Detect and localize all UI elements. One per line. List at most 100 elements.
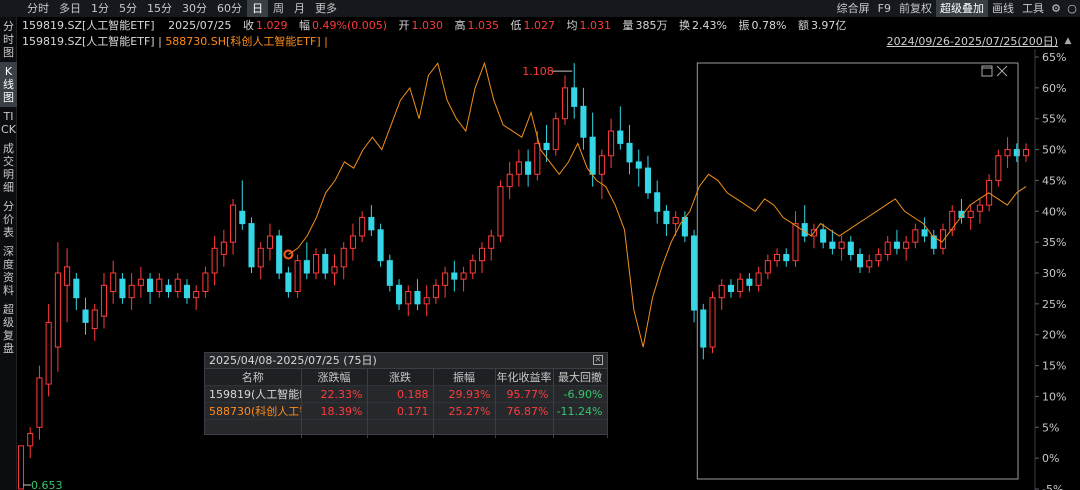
candle-body bbox=[506, 173, 513, 188]
candle-body bbox=[17, 445, 25, 490]
left-sidebar: 分时图 K线图 TICK 成交明细 分价表 深度资料 超级复盘 bbox=[0, 17, 17, 490]
candle-body bbox=[368, 216, 375, 231]
stats-empty-cell bbox=[205, 419, 302, 438]
candle-body bbox=[239, 210, 246, 225]
candle-body bbox=[230, 204, 237, 243]
toolbar-button[interactable]: 画线 bbox=[988, 0, 1018, 17]
date-range-selector[interactable]: 2024/09/26-2025/07/25(200日) bbox=[887, 34, 1058, 49]
candle-body bbox=[635, 161, 642, 169]
amount-value: 3.97亿 bbox=[810, 19, 847, 32]
stats-empty-cell bbox=[301, 419, 368, 438]
candle-body bbox=[552, 118, 559, 151]
toolbar-button[interactable]: 超级叠加 bbox=[936, 0, 988, 17]
y-tick-label: 45% bbox=[1042, 174, 1066, 187]
candle-body bbox=[64, 266, 71, 286]
range-stats-panel: 2025/04/08-2025/07/25 (75日) ✕ 名称 涨跌幅 涨跌 振幅年… bbox=[204, 352, 608, 438]
candle-body bbox=[359, 216, 366, 237]
candle-body bbox=[691, 235, 698, 311]
sidebar-item[interactable]: TICK bbox=[0, 107, 17, 139]
tab-period[interactable]: 周 bbox=[268, 0, 289, 17]
candle-body bbox=[313, 253, 320, 274]
stats-empty-cell bbox=[367, 419, 434, 438]
y-tick-label: 55% bbox=[1042, 113, 1066, 126]
chevron-up-icon[interactable]: ▲ bbox=[1062, 35, 1074, 47]
candle-body bbox=[91, 309, 98, 330]
candle-body bbox=[608, 130, 615, 157]
candle-body bbox=[737, 278, 744, 293]
legend-overlay[interactable]: 588730.SH[科创人工智能ETF] bbox=[165, 35, 320, 48]
sidebar-item[interactable]: 分价表 bbox=[0, 197, 17, 242]
sidebar-item[interactable]: 超级复盘 bbox=[0, 300, 17, 358]
tab-period[interactable]: 多日 bbox=[54, 0, 86, 17]
legend-separator-2: | bbox=[324, 35, 328, 48]
low-label: 低 bbox=[510, 19, 522, 32]
candle-body bbox=[543, 142, 550, 151]
stats-header-cell: 名称 bbox=[205, 369, 302, 386]
stats-cell-chg: 0.171 bbox=[367, 402, 434, 420]
toolbar-button[interactable]: F9 bbox=[874, 0, 895, 17]
stats-row[interactable]: 588730(科创人工智 18.39% 0.171 25.27% 76.87% -11.2… bbox=[205, 402, 608, 420]
tab-period[interactable]: 15分 bbox=[142, 0, 177, 17]
candle-body bbox=[774, 253, 781, 262]
gear-icon[interactable]: ⚙ bbox=[1048, 0, 1064, 17]
stats-cell-pct: 18.39% bbox=[301, 402, 368, 420]
candle-body bbox=[294, 260, 301, 293]
candle-body bbox=[497, 186, 504, 237]
candle-body bbox=[561, 87, 569, 120]
tab-period[interactable]: 60分 bbox=[212, 0, 247, 17]
tab-period[interactable]: 日 bbox=[247, 0, 268, 17]
tab-period[interactable]: 月 bbox=[289, 0, 310, 17]
stats-header-row: 名称 涨跌幅 涨跌 振幅 年化收益率 最大回撤 bbox=[205, 369, 608, 386]
tab-period[interactable]: 1分 bbox=[86, 0, 114, 17]
tab-period[interactable]: 更多 bbox=[310, 0, 342, 17]
candle-body bbox=[847, 241, 854, 255]
tab-period[interactable]: 30分 bbox=[177, 0, 212, 17]
avg-value: 1.031 bbox=[579, 19, 612, 32]
candle-body bbox=[73, 278, 80, 299]
selection-box bbox=[696, 62, 1019, 480]
turnover-label: 换 bbox=[679, 19, 691, 32]
candle-body bbox=[432, 284, 439, 299]
close-icon[interactable]: ✕ bbox=[593, 355, 603, 365]
legend-row: 159819.SZ[人工智能ETF] | 588730.SH[科创人工智能ETF… bbox=[22, 34, 328, 49]
tab-period[interactable]: 分时 bbox=[22, 0, 54, 17]
stats-row[interactable]: 159819(人工智能E 22.33% 0.188 29.93% 95.77% -6.90… bbox=[205, 385, 608, 403]
candle-body bbox=[700, 309, 707, 348]
candle-body bbox=[976, 204, 983, 212]
y-tick-label: -5% bbox=[1042, 483, 1063, 490]
candle-body bbox=[137, 278, 144, 286]
candle-body bbox=[322, 253, 329, 274]
sidebar-item[interactable]: 分时图 bbox=[0, 17, 17, 62]
y-tick-label: 60% bbox=[1042, 82, 1066, 95]
legend-main[interactable]: 159819.SZ[人工智能ETF] bbox=[22, 35, 155, 48]
low-annotation: 0.653 bbox=[31, 479, 63, 490]
avg-label: 均 bbox=[566, 19, 578, 32]
candle-body bbox=[349, 235, 356, 249]
sidebar-item[interactable]: K线图 bbox=[0, 62, 17, 107]
legend-separator: | bbox=[158, 35, 162, 48]
close-label: 收 bbox=[243, 19, 254, 32]
candle-body bbox=[1013, 149, 1020, 157]
candle-body bbox=[644, 167, 652, 194]
amplitude-value: 0.78% bbox=[751, 19, 787, 32]
y-tick-label: 25% bbox=[1042, 298, 1066, 311]
toolbar-button[interactable]: 工具 bbox=[1018, 0, 1048, 17]
candle-body bbox=[285, 272, 292, 293]
sidebar-item[interactable]: 成交明细 bbox=[0, 139, 17, 197]
high-label: 高 bbox=[454, 19, 466, 32]
candle-body bbox=[893, 241, 900, 249]
candle-body bbox=[414, 291, 421, 305]
sidebar-item[interactable]: 深度资料 bbox=[0, 242, 17, 300]
candle-body bbox=[82, 309, 89, 323]
circle-icon[interactable]: ○ bbox=[1064, 0, 1080, 17]
volume-value: 385万 bbox=[635, 19, 668, 32]
tab-period[interactable]: 5分 bbox=[114, 0, 142, 17]
amount-label: 额 bbox=[797, 19, 809, 32]
change-label: 幅 bbox=[299, 19, 310, 32]
candle-body bbox=[165, 284, 172, 293]
toolbar-button[interactable]: 综合屏 bbox=[833, 0, 874, 17]
candle-body bbox=[36, 377, 43, 428]
candle-body bbox=[838, 241, 845, 249]
toolbar-button[interactable]: 前复权 bbox=[895, 0, 936, 17]
candle-body bbox=[617, 130, 624, 144]
